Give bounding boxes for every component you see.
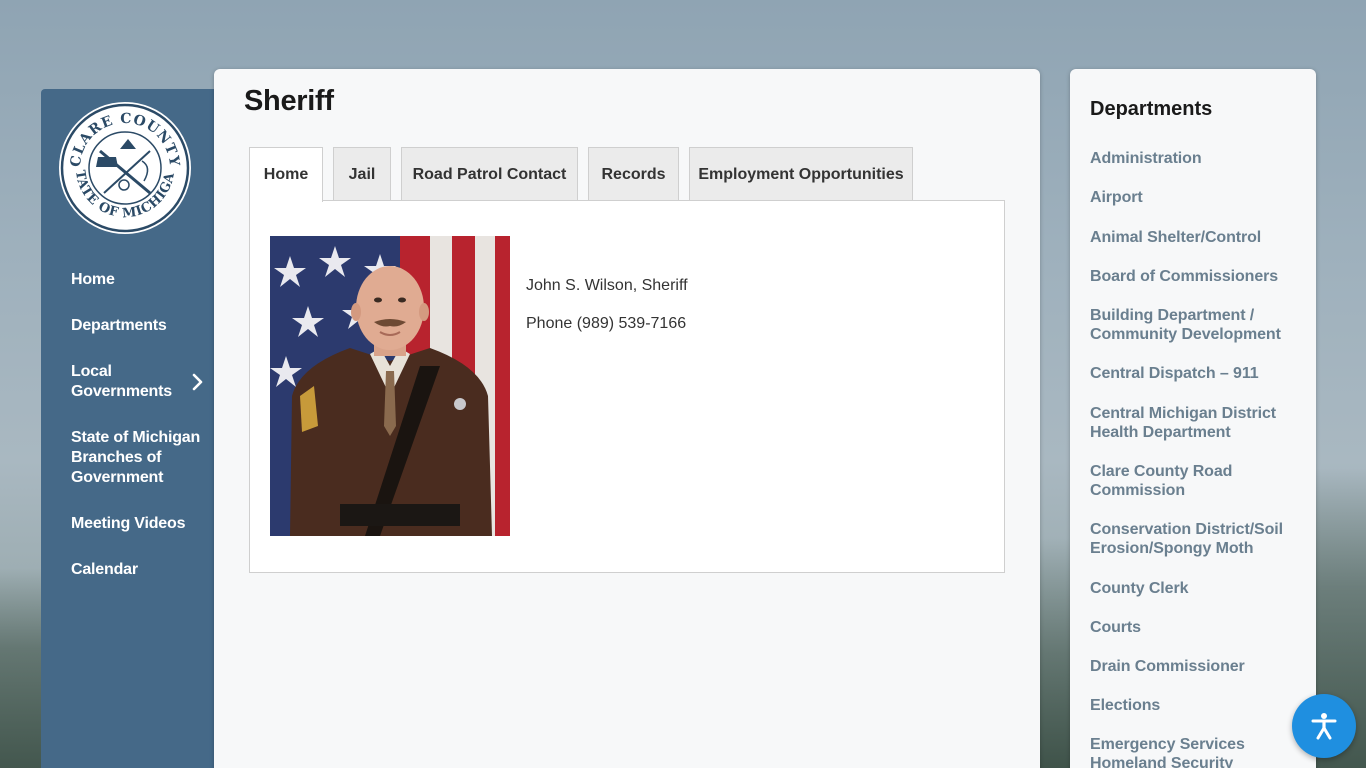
chevron-right-icon[interactable] [191, 372, 205, 392]
dept-link-airport[interactable]: Airport [1090, 188, 1310, 207]
county-seal-logo[interactable]: CLARE COUNTY STATE OF MICHIGAN [52, 90, 192, 235]
dept-link-building-department[interactable]: Building Department / Community Developm… [1090, 306, 1290, 344]
sheriff-name: John S. Wilson, Sheriff [526, 277, 688, 294]
dept-link-health-department[interactable]: Central Michigan District Health Departm… [1090, 404, 1290, 442]
departments-title: Departments [1090, 98, 1213, 120]
tab-bar: Home Jail Road Patrol Contact Records Em… [249, 147, 1009, 202]
main-content: Sheriff Home Jail Road Patrol Contact Re… [214, 69, 1040, 768]
accessibility-icon [1311, 713, 1337, 740]
nav-item-calendar[interactable]: Calendar [71, 560, 209, 580]
dept-link-road-commission[interactable]: Clare County Road Commission [1090, 462, 1250, 500]
dept-link-administration[interactable]: Administration [1090, 149, 1310, 168]
dept-link-county-clerk[interactable]: County Clerk [1090, 579, 1310, 598]
accessibility-button[interactable] [1292, 694, 1356, 758]
sheriff-portrait-graphic [270, 236, 510, 536]
nav-item-departments[interactable]: Departments [71, 316, 209, 336]
tab-jail[interactable]: Jail [333, 147, 391, 201]
dept-link-drain-commissioner[interactable]: Drain Commissioner [1090, 657, 1310, 676]
left-navigation: CLARE COUNTY STATE OF MICHIGAN Home Depa… [41, 89, 214, 768]
dept-link-emergency-services[interactable]: Emergency Services Homeland Security [1090, 735, 1270, 768]
nav-item-meeting-videos[interactable]: Meeting Videos [71, 514, 209, 534]
dept-link-animal-shelter[interactable]: Animal Shelter/Control [1090, 228, 1310, 247]
page-title: Sheriff [244, 85, 334, 117]
tab-employment-opportunities[interactable]: Employment Opportunities [689, 147, 913, 201]
sheriff-phone: Phone (989) 539-7166 [526, 315, 687, 332]
dept-link-central-dispatch[interactable]: Central Dispatch – 911 [1090, 364, 1310, 383]
tab-road-patrol-contact[interactable]: Road Patrol Contact [401, 147, 578, 201]
tab-records[interactable]: Records [588, 147, 679, 201]
nav-item-home[interactable]: Home [71, 270, 209, 290]
county-seal-graphic: CLARE COUNTY STATE OF MICHIGAN [52, 90, 191, 234]
dept-link-elections[interactable]: Elections [1090, 696, 1310, 715]
departments-sidebar: Departments Administration Airport Anima… [1070, 69, 1316, 768]
nav-item-local-governments[interactable]: Local Governments [71, 362, 181, 402]
nav-item-state-of-michigan[interactable]: State of Michigan Branches of Government [71, 428, 209, 488]
tab-panel-home: John S. Wilson, Sheriff Phone (989) 539-… [249, 200, 1005, 573]
sheriff-portrait-photo [270, 236, 510, 536]
tab-home[interactable]: Home [249, 147, 323, 202]
dept-link-board-of-commissioners[interactable]: Board of Commissioners [1090, 267, 1310, 286]
dept-link-courts[interactable]: Courts [1090, 618, 1310, 637]
dept-link-conservation-district[interactable]: Conservation District/Soil Erosion/Spong… [1090, 520, 1296, 558]
background-trees-middle [1040, 538, 1070, 768]
